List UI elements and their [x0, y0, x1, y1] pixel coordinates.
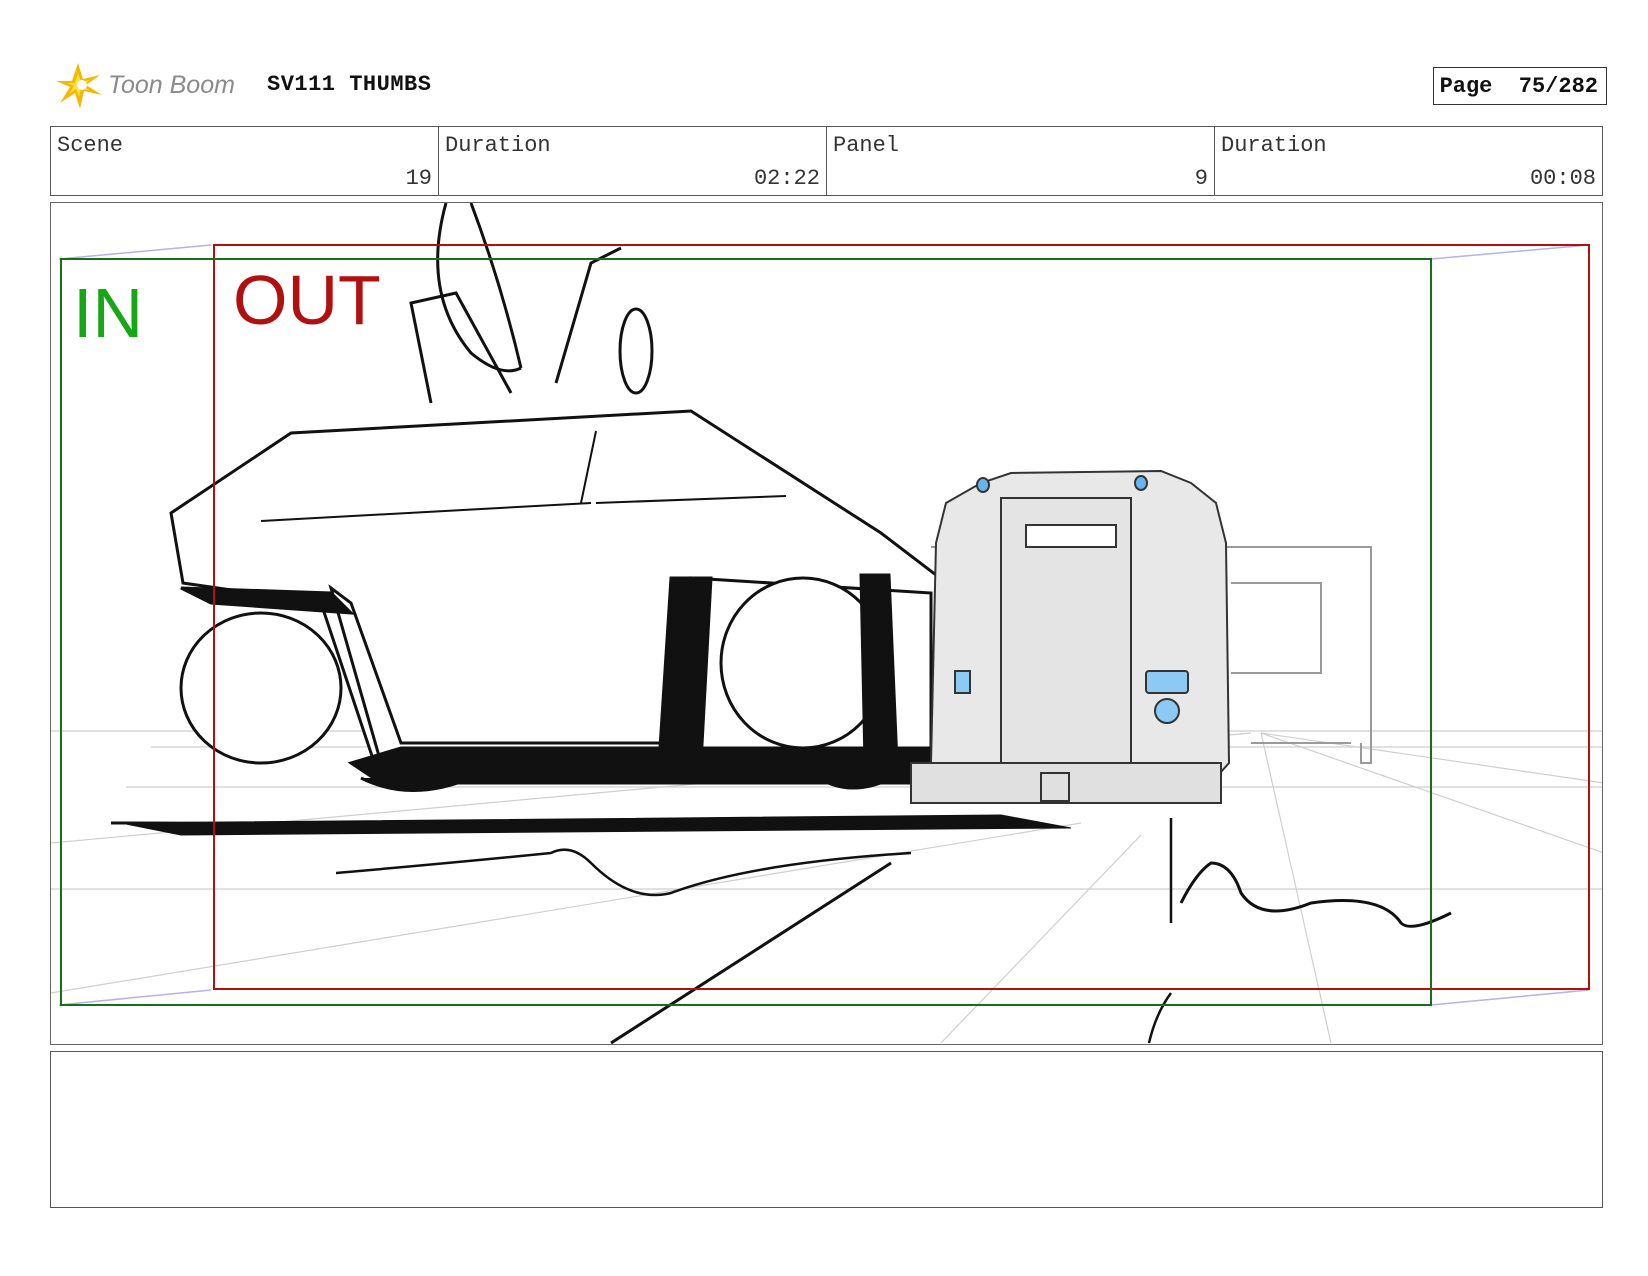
page-header: Toon Boom SV111 THUMBS Page 75/282: [52, 58, 1607, 114]
document-title: SV111 THUMBS: [267, 72, 432, 97]
panel-notes-box[interactable]: [50, 1051, 1603, 1208]
scene-label: Scene: [57, 133, 124, 158]
panel-duration-cell: Duration 00:08: [1215, 127, 1602, 195]
transport-pod: [910, 469, 1231, 804]
storyboard-panel: IN OUT: [50, 202, 1603, 1045]
page-number: 75/282: [1518, 74, 1598, 99]
scene-duration-value: 02:22: [753, 166, 820, 191]
page-counter: Page 75/282: [1432, 67, 1607, 105]
panel-duration-label: Duration: [1221, 133, 1327, 158]
panel-value: 9: [1194, 166, 1208, 191]
page-label: Page: [1439, 74, 1493, 99]
out-frame-label: OUT: [233, 261, 381, 339]
ground-shadow: [110, 814, 1452, 1044]
scene-value: 19: [405, 166, 432, 191]
scene-info-row: Scene 19 Duration 02:22 Panel 9 Duration…: [50, 126, 1603, 196]
scene-duration-cell: Duration 02:22: [439, 127, 827, 195]
panel-label: Panel: [833, 133, 900, 158]
in-frame-label: IN: [73, 274, 143, 352]
toon-boom-logo: Toon Boom: [52, 60, 252, 110]
panel-duration-value: 00:08: [1529, 166, 1596, 191]
svg-text:Toon Boom: Toon Boom: [108, 71, 235, 99]
scene-duration-label: Duration: [445, 133, 551, 158]
panel-cell: Panel 9: [827, 127, 1215, 195]
starburst-icon: Toon Boom: [56, 63, 235, 109]
scene-cell: Scene 19: [51, 127, 439, 195]
